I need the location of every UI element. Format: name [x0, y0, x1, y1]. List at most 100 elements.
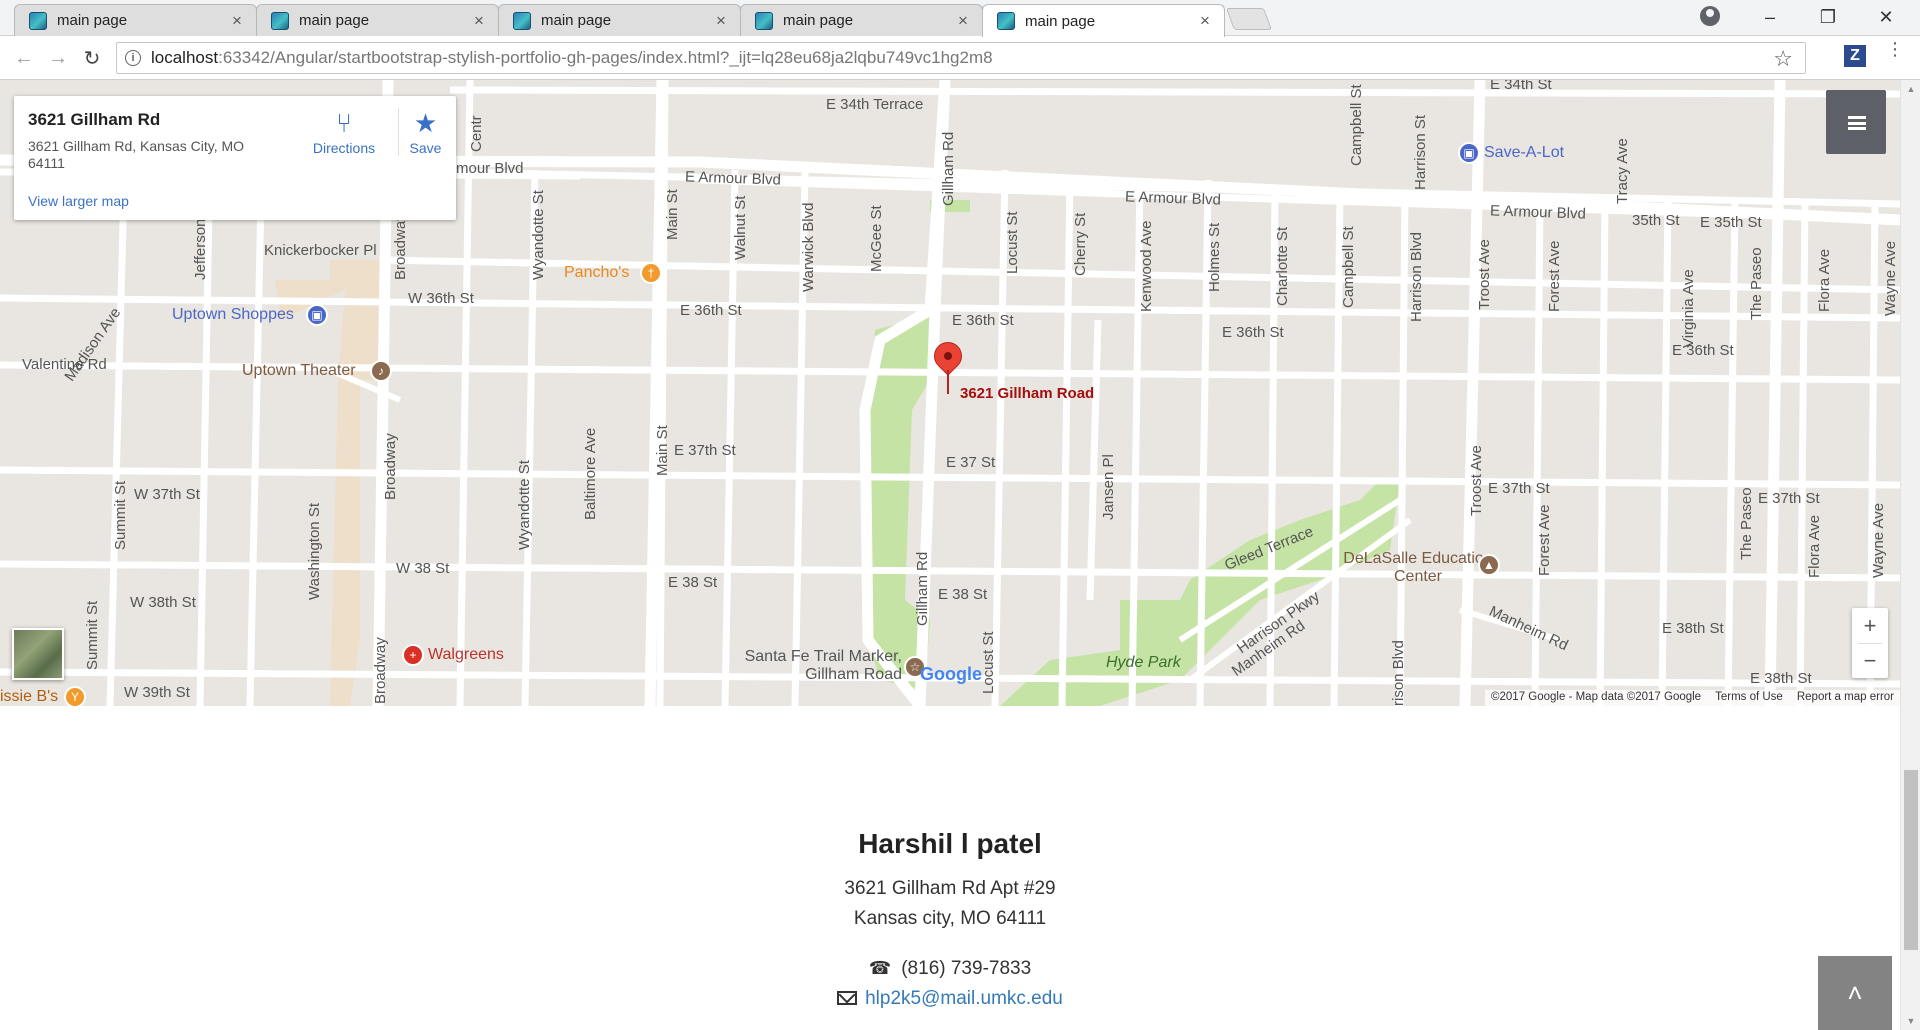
- phone-icon: ☎: [868, 958, 892, 978]
- save-label: Save: [409, 140, 442, 156]
- marker-label[interactable]: 3621 Gillham Road: [960, 385, 1094, 402]
- street-label: Virginia Ave: [1680, 269, 1697, 348]
- poi-label[interactable]: Santa Fe Trail Marker, Gillham Road: [726, 648, 902, 684]
- minimize-icon[interactable]: –: [1742, 0, 1798, 34]
- street-label: Centr: [468, 115, 485, 152]
- google-map[interactable]: E 34th Terrace E 34th St E Armour Blvd E…: [0, 80, 1900, 706]
- contact-email-row: hlp2k5@mail.umkc.edu: [0, 988, 1900, 1010]
- vertical-scrollbar[interactable]: ▲ ▼: [1900, 80, 1920, 1030]
- poi-label[interactable]: Uptown Shoppes: [172, 306, 294, 324]
- bookmark-star-icon[interactable]: ☆: [1773, 46, 1793, 72]
- envelope-icon: [837, 991, 858, 1005]
- street-label: Harrison Blvd: [1408, 231, 1425, 322]
- street-label: Campbell St: [1348, 84, 1365, 166]
- bar-icon[interactable]: Y: [64, 686, 86, 706]
- street-label: The Paseo: [1738, 487, 1755, 560]
- street-label: W 38 St: [396, 560, 450, 577]
- new-tab-button[interactable]: [1225, 8, 1273, 30]
- page-favicon-icon: [513, 11, 531, 30]
- street-label: Summit St: [112, 480, 129, 550]
- shopping-bag-icon[interactable]: ▣: [306, 304, 328, 326]
- close-window-icon[interactable]: ✕: [1858, 0, 1914, 34]
- scroll-down-arrow-icon[interactable]: ▼: [1905, 1016, 1917, 1026]
- browser-tab-active[interactable]: main page ×: [982, 4, 1225, 37]
- street-label: E 34th St: [1490, 80, 1552, 93]
- street-label: Locust St: [980, 631, 997, 694]
- browser-tab[interactable]: main page ×: [498, 4, 741, 36]
- zoom-out-button[interactable]: −: [1852, 643, 1888, 678]
- shopping-cart-icon[interactable]: ▣: [1458, 142, 1480, 164]
- zoom-in-button[interactable]: +: [1852, 608, 1888, 643]
- poi-label[interactable]: Save-A-Lot: [1484, 144, 1564, 162]
- street-label: E 38 St: [668, 574, 718, 591]
- street-label: Wyandotte St: [530, 190, 547, 280]
- map-copyright: ©2017 Google - Map data ©2017 Google: [1491, 691, 1702, 703]
- restaurant-icon[interactable]: †: [640, 262, 662, 284]
- scroll-up-arrow-icon[interactable]: ▲: [1905, 84, 1917, 94]
- forward-icon[interactable]: →: [44, 44, 72, 72]
- contact-email-link[interactable]: hlp2k5@mail.umkc.edu: [865, 988, 1063, 1009]
- street-label: Charlotte St: [1274, 226, 1291, 306]
- street-label: E 38 St: [938, 586, 988, 603]
- browser-menu-icon[interactable]: ⋮: [1886, 40, 1904, 58]
- browser-tab[interactable]: main page ×: [14, 4, 257, 36]
- contact-address-line1: 3621 Gillham Rd Apt #29: [844, 878, 1056, 899]
- tab-close-icon[interactable]: ×: [228, 11, 246, 31]
- scrollbar-thumb[interactable]: [1904, 770, 1918, 950]
- extension-icon[interactable]: Z: [1844, 45, 1866, 67]
- street-label: E 37 St: [946, 454, 996, 471]
- url-host: localhost: [151, 48, 219, 67]
- browser-tab[interactable]: main page ×: [256, 4, 499, 36]
- street-label: Walnut St: [732, 195, 749, 260]
- tab-title: main page: [57, 12, 128, 29]
- terms-of-use-link[interactable]: Terms of Use: [1715, 691, 1783, 705]
- street-label: Baltimore Ave: [582, 427, 599, 520]
- poi-label[interactable]: Uptown Theater: [242, 362, 356, 380]
- poi-label[interactable]: issie B's: [0, 688, 58, 706]
- profile-icon[interactable]: [1700, 6, 1720, 26]
- page-favicon-icon: [29, 11, 47, 30]
- url-path: :63342/Angular/startbootstrap-stylish-po…: [218, 48, 993, 67]
- save-button[interactable]: ★ Save: [398, 108, 452, 156]
- star-icon: ★: [413, 108, 438, 138]
- back-icon[interactable]: ←: [10, 44, 38, 72]
- poi-label[interactable]: Pancho's: [564, 264, 629, 282]
- street-label: E 36th St: [680, 302, 742, 319]
- poi-label[interactable]: Hyde Park: [1106, 654, 1181, 672]
- tab-close-icon[interactable]: ×: [954, 11, 972, 31]
- browser-tab[interactable]: main page ×: [740, 4, 983, 36]
- street-label: Tracy Ave: [1614, 138, 1631, 204]
- report-map-error-link[interactable]: Report a map error: [1797, 691, 1894, 705]
- street-label: rison Blvd: [1390, 640, 1407, 706]
- contact-phone: (816) 739-7833: [901, 958, 1032, 979]
- street-label: Gillham Rd: [940, 131, 957, 206]
- page-favicon-icon: [755, 11, 773, 30]
- directions-button[interactable]: ⑂ Directions: [296, 108, 392, 156]
- street-label: McGee St: [868, 205, 885, 272]
- address-bar[interactable]: i localhost:63342/Angular/startbootstrap…: [116, 42, 1806, 74]
- street-label: Wayne Ave: [1882, 240, 1899, 316]
- poi-label[interactable]: DeLaSalle Education Center: [1338, 550, 1498, 586]
- street-label: Wayne Ave: [1870, 502, 1887, 578]
- satellite-view-toggle[interactable]: [12, 628, 64, 680]
- tab-close-icon[interactable]: ×: [712, 11, 730, 31]
- street-label: Troost Ave: [1468, 445, 1485, 516]
- map-attribution: ©2017 Google - Map data ©2017 Google Ter…: [1485, 690, 1900, 706]
- place-address: 3621 Gillham Rd, Kansas City, MO 64111: [28, 138, 245, 171]
- reload-icon[interactable]: ↻: [78, 44, 106, 72]
- theater-icon[interactable]: ♪: [370, 360, 392, 382]
- school-icon[interactable]: ▲: [1478, 554, 1500, 576]
- tab-close-icon[interactable]: ×: [1196, 11, 1214, 31]
- map-type-button[interactable]: [1826, 90, 1886, 154]
- street-label: Gillham Rd: [914, 551, 931, 626]
- info-icon[interactable]: i: [125, 50, 141, 66]
- street-label: E 35th St: [1700, 214, 1762, 231]
- poi-label[interactable]: Walgreens: [428, 646, 504, 664]
- scroll-to-top-button[interactable]: ˄: [1818, 956, 1892, 1030]
- pharmacy-icon[interactable]: +: [402, 644, 424, 666]
- tab-close-icon[interactable]: ×: [470, 11, 488, 31]
- street-label: E Armour Blvd: [684, 168, 782, 189]
- street-label: Broadway: [392, 213, 409, 280]
- view-larger-map-link[interactable]: View larger map: [28, 193, 129, 209]
- restore-icon[interactable]: ❐: [1800, 0, 1856, 34]
